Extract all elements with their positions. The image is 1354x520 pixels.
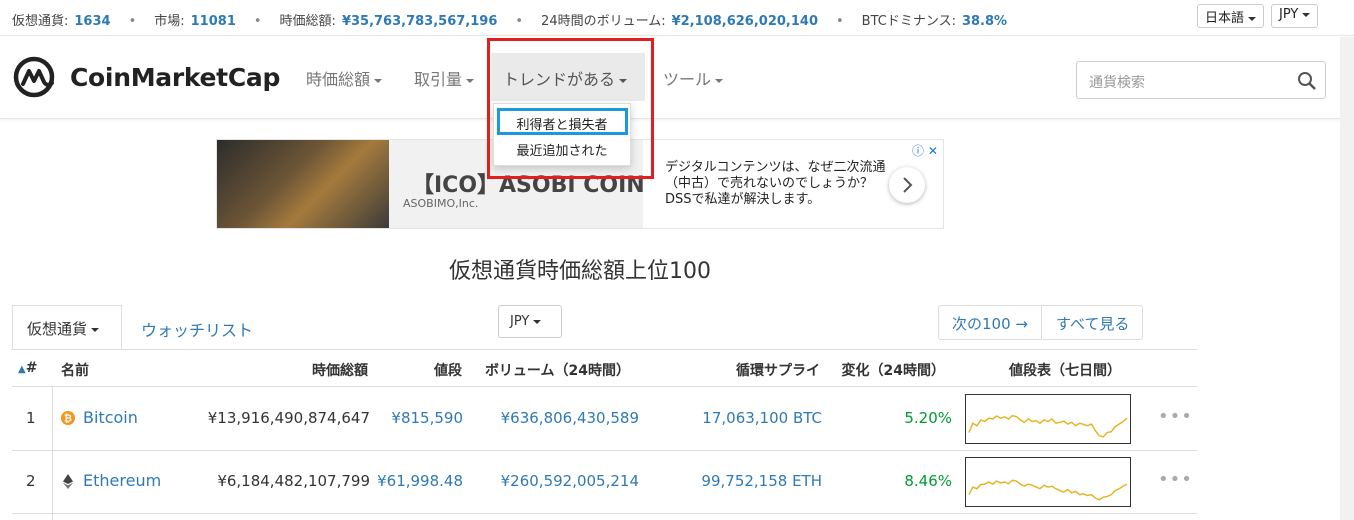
table-header-border [12,386,1197,387]
stat-value: 11081 [190,14,236,29]
stat-value: ¥35,763,783,567,196 [341,14,498,29]
column-header-volume[interactable]: ボリューム（24時間） [470,360,630,380]
ad-image [217,140,389,228]
global-stats: 仮想通貨: 1634 • 市場: 11081 • 時価総額: ¥35,763,783,567,… [12,10,1007,29]
nav-trade-volume[interactable]: 取引量 [402,53,486,101]
caret-down-icon [91,327,100,332]
table-currency-select[interactable]: JPY [498,305,562,338]
change-value: 8.46% [904,472,952,490]
next-100-button[interactable]: 次の100 → [938,305,1042,340]
logo-text[interactable]: CoinMarketCap [70,63,280,92]
row-divider [12,513,1197,514]
market-cap-value: ¥6,184,482,107,799 [217,472,370,490]
stat-cryptocurrencies: 仮想通貨: 1634 [12,14,111,29]
stat-btc-dominance: BTCドミナンス: 38.8% [861,14,1008,29]
ad-body: デジタルコンテンツは、なぜ二次流通（中古）で売れないのでしょうか？DSSで私達が… [665,160,886,207]
stat-market-cap: 時価総額: ¥35,763,783,567,196 [279,14,498,29]
price-link[interactable]: ¥61,998.48 [375,472,463,490]
bitcoin-icon: ₿ [61,411,75,425]
column-divider [52,387,53,520]
separator: • [835,14,844,29]
column-header-price-graph: 値段表（七日間） [1009,363,1121,379]
supply-link[interactable]: 17,063,100 BTC [680,409,822,427]
coin-name-link[interactable]: Bitcoin [83,408,138,427]
tab-watchlist[interactable]: ウォッチリスト [141,317,253,341]
caret-down-icon [715,78,724,83]
ad-info-close-icon[interactable]: ⓘ ✕ [912,142,938,159]
column-header-supply[interactable]: 循環サプライ [680,360,820,380]
caret-down-icon [1248,16,1257,21]
stat-value: 38.8% [961,14,1008,29]
stat-value: 1634 [74,14,111,29]
language-dropdown[interactable]: 日本語 [1197,4,1265,28]
global-stats-bar: 仮想通貨: 1634 • 市場: 11081 • 時価総額: ¥35,763,783,567,… [0,0,1354,36]
caret-down-icon [1302,12,1311,17]
more-options-icon[interactable]: ••• [1158,469,1193,490]
sort-ascending-icon: ▲ [18,364,26,375]
row-rank: 2 [26,472,36,490]
volume-link[interactable]: ¥260,592,005,214 [480,472,639,490]
search-icon[interactable] [1297,71,1317,91]
coinmarketcap-logo-icon[interactable] [12,55,56,99]
site-header: CoinMarketCap 時価総額 取引量 トレンドがある ツール 通貨検索 [0,37,1354,119]
separator: • [128,14,137,29]
caret-down-icon [533,319,542,324]
caret-down-icon [374,78,383,83]
column-header-change[interactable]: 変化（24時間） [830,360,945,380]
row-divider [12,450,1197,451]
price-sparkline[interactable] [965,394,1131,444]
chevron-right-icon[interactable] [889,167,925,203]
table-border [12,349,1197,350]
separator: • [515,14,524,29]
supply-link[interactable]: 99,752,158 ETH [680,472,822,490]
market-cap-value: ¥13,916,490,874,647 [207,409,370,427]
row-rank: 1 [26,409,36,427]
caret-down-icon [466,78,475,83]
column-header-price[interactable]: 値段 [392,360,462,380]
currency-dropdown[interactable]: JPY [1271,4,1319,28]
highlight-box-red [487,38,654,179]
nav-tools[interactable]: ツール [651,53,735,101]
svg-text:₿: ₿ [64,413,72,425]
separator: • [253,14,262,29]
page-scrollbar[interactable] [1340,37,1354,520]
stat-value: ¥2,108,626,020,140 [671,14,818,29]
stat-volume: 24時間のボリューム: ¥2,108,626,020,140 [541,14,818,29]
ad-company: ASOBIMO,Inc. [403,197,479,210]
price-link[interactable]: ¥815,590 [380,409,463,427]
stat-markets: 市場: 11081 [154,14,236,29]
volume-link[interactable]: ¥636,806,430,589 [480,409,639,427]
nav-market-cap[interactable]: 時価総額 [294,53,394,101]
ethereum-icon [63,474,73,489]
change-value: 5.20% [904,409,952,427]
column-header-market-cap[interactable]: 時価総額 [268,360,368,380]
coin-name-link[interactable]: Ethereum [83,471,161,490]
search-input[interactable]: 通貨検索 [1076,61,1326,99]
price-sparkline[interactable] [965,457,1131,507]
view-all-button[interactable]: すべて見る [1043,305,1144,340]
column-header-rank[interactable]: ▲# [18,360,37,376]
tab-cryptocurrencies[interactable]: 仮想通貨 [12,305,122,350]
page-title: 仮想通貨時価総額上位100 [449,259,711,284]
more-options-icon[interactable]: ••• [1158,406,1193,427]
column-header-name[interactable]: 名前 [61,360,89,380]
